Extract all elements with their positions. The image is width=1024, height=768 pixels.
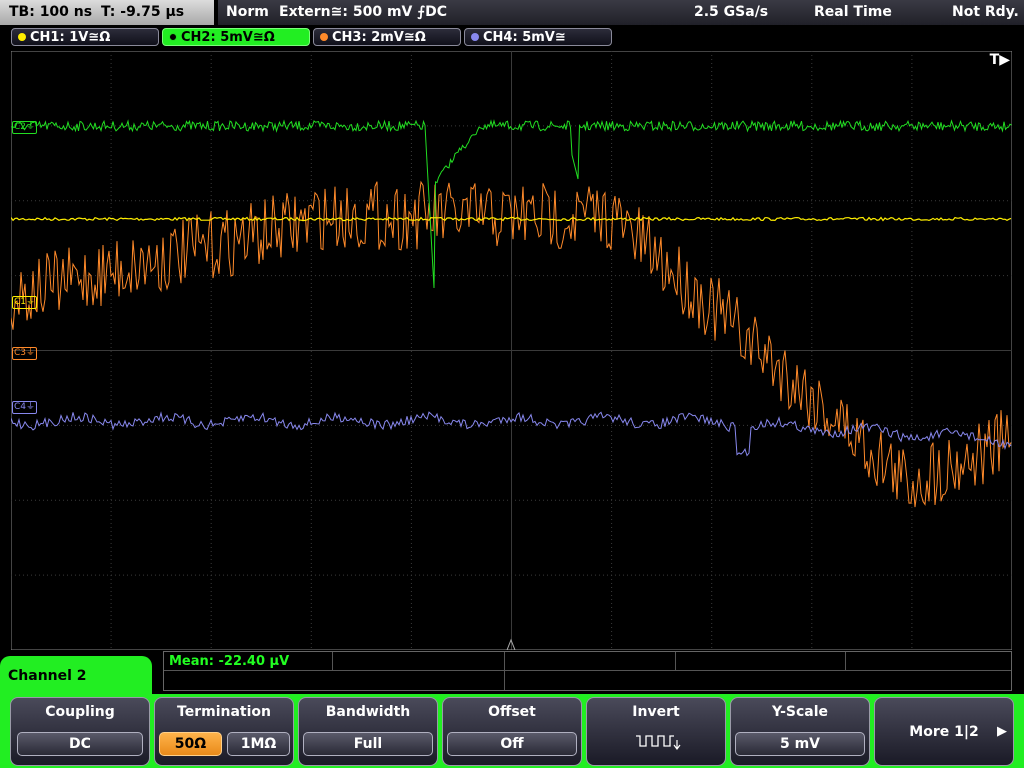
coupling-label: Coupling	[45, 704, 115, 720]
channel-tab-label: CH3: 2mV≅Ω	[332, 30, 426, 45]
divider	[332, 652, 333, 670]
mean-measurement: Mean: -22.40 µV	[169, 654, 290, 669]
trigger-status-box[interactable]: Norm Extern≅: 500 mV ⨍DC 2.5 GSa/s Real …	[218, 0, 1024, 25]
menu-title: Channel 2	[0, 656, 152, 696]
divider	[675, 652, 676, 670]
y-scale-label: Y-Scale	[771, 704, 828, 720]
ch3-color-dot-icon	[320, 33, 328, 41]
timebase-box[interactable]: TB: 100 ns T: -9.75 µs	[0, 0, 214, 25]
offset-value-button[interactable]: Off	[447, 732, 577, 756]
next-page-arrow-icon: ▶	[997, 724, 1007, 739]
acquisition-mode: Real Time	[814, 4, 892, 20]
ch4-color-dot-icon	[471, 33, 479, 41]
ch2-color-dot-icon	[169, 33, 177, 41]
divider	[164, 670, 1011, 671]
coupling-value-button[interactable]: DC	[17, 732, 143, 756]
ch1-color-dot-icon	[18, 33, 26, 41]
ch3-offset-marker[interactable]: C3⏚	[12, 347, 38, 360]
channel-tab-label: CH2: 5mV≅Ω	[181, 30, 275, 45]
channel-tab-ch4[interactable]: CH4: 5mV≅	[464, 28, 612, 46]
coupling-softkey[interactable]: Coupling DC	[10, 697, 150, 766]
bandwidth-label: Bandwidth	[325, 704, 411, 720]
inverted-pulse-icon	[636, 735, 681, 750]
channel-tab-ch1[interactable]: CH1: 1V≅Ω	[11, 28, 159, 46]
more-label: More 1|2	[909, 724, 979, 740]
trigger-time-readout: T: -9.75 µs	[101, 4, 185, 20]
status-bar: TB: 100 ns T: -9.75 µs Norm Extern≅: 500…	[0, 0, 1024, 26]
measurement-bar[interactable]: Mean: -22.40 µV	[163, 651, 1012, 691]
y-scale-softkey[interactable]: Y-Scale 5 mV	[730, 697, 870, 766]
termination-softkey[interactable]: Termination 50Ω 1MΩ	[154, 697, 294, 766]
channel-tab-ch2[interactable]: CH2: 5mV≅Ω	[162, 28, 310, 46]
sample-rate: 2.5 GSa/s	[694, 4, 769, 20]
channel-tab-ch3[interactable]: CH3: 2mV≅Ω	[313, 28, 461, 46]
channel-tab-label: CH1: 1V≅Ω	[30, 30, 111, 45]
ch2-offset-marker[interactable]: C2⏚	[12, 121, 38, 134]
y-scale-value-button[interactable]: 5 mV	[735, 732, 865, 756]
termination-1mohm-button[interactable]: 1MΩ	[227, 732, 290, 756]
bandwidth-softkey[interactable]: Bandwidth Full	[298, 697, 438, 766]
more-softkey[interactable]: More 1|2 ▶	[874, 697, 1014, 766]
divider	[504, 652, 505, 690]
trigger-mode: Norm	[226, 4, 269, 20]
trigger-source: Extern≅: 500 mV ⨍DC	[279, 4, 448, 20]
trigger-marker-icon: T▶	[989, 52, 1010, 68]
invert-softkey[interactable]: Invert	[586, 697, 726, 766]
termination-label: Termination	[177, 704, 271, 720]
offset-softkey[interactable]: Offset Off	[442, 697, 582, 766]
offset-label: Offset	[488, 704, 536, 720]
waveform-canvas[interactable]	[11, 51, 1012, 650]
waveform-display[interactable]: C2⏚ C1⏚ C3⏚ C4⏚ T▶	[11, 51, 1012, 650]
ch4-offset-marker[interactable]: C4⏚	[12, 401, 38, 414]
termination-50ohm-button[interactable]: 50Ω	[159, 732, 222, 756]
bandwidth-value-button[interactable]: Full	[303, 732, 433, 756]
invert-label: Invert	[632, 704, 680, 720]
run-state: Not Rdy.	[952, 4, 1019, 20]
ch1-offset-marker[interactable]: C1⏚	[12, 296, 38, 309]
timebase-readout: TB: 100 ns	[9, 4, 93, 20]
divider	[845, 652, 846, 670]
channel-tab-label: CH4: 5mV≅	[483, 30, 566, 45]
